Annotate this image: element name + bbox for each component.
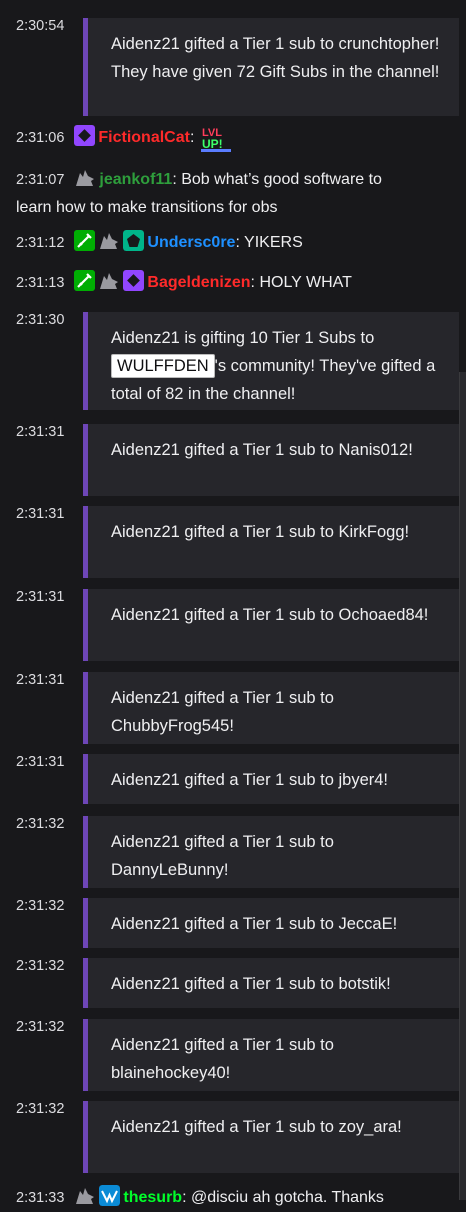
timestamp: 2:30:54 <box>16 18 65 34</box>
username[interactable]: thesurb <box>123 1189 182 1206</box>
sub-gift-notice: Aidenz21 gifted a Tier 1 sub to blaineho… <box>83 1019 459 1091</box>
timestamp: 2:31:31 <box>16 589 65 605</box>
timestamp: 2:31:32 <box>16 1101 65 1117</box>
notice-text: Aidenz21 gifted a Tier 1 sub to zoy_ara! <box>111 1118 402 1136</box>
username[interactable]: jeankof11 <box>99 171 172 188</box>
wolf-icon[interactable] <box>74 1185 96 1206</box>
chat-message: 2:31:33 thesurb: @disciu ah gotcha. Thank… <box>16 1184 456 1212</box>
chat-message: 2:31:07 jeankof11: Bob what’s good softwa… <box>16 166 416 222</box>
lvl-up-emote-icon[interactable]: LVLUP! <box>200 124 234 152</box>
timestamp: 2:31:32 <box>16 1019 65 1035</box>
chat-log: 2:30:54 Aidenz21 gifted a Tier 1 sub to … <box>0 0 466 1206</box>
community-gift-notice: Aidenz21 is gifting 10 Tier 1 Subs to WU… <box>83 312 459 410</box>
diamond-icon[interactable] <box>123 270 145 291</box>
sub-gift-notice: Aidenz21 gifted a Tier 1 sub to JeccaE! <box>83 898 459 948</box>
username[interactable]: Bageldenizen <box>147 274 250 291</box>
notice-text: Aidenz21 gifted a Tier 1 sub to Ochoaed8… <box>111 606 429 624</box>
sub-gift-notice: Aidenz21 gifted a Tier 1 sub to zoy_ara! <box>83 1101 459 1173</box>
timestamp: 2:31:31 <box>16 672 65 688</box>
timestamp: 2:31:33 <box>16 1190 65 1206</box>
notice-text: Aidenz21 gifted a Tier 1 sub to JeccaE! <box>111 915 398 933</box>
chat-message: 2:31:13 Bageldenizen: HOLY WHAT <box>16 269 456 297</box>
chat-message: 2:31:06 FictionalCat: LVL UP! <box>16 124 456 152</box>
username[interactable]: FictionalCat <box>98 129 190 146</box>
sub-gift-notice: Aidenz21 gifted a Tier 1 sub to DannyLeB… <box>83 816 459 888</box>
username[interactable]: Undersc0re <box>147 234 235 251</box>
sub-gift-notice: Aidenz21 gifted a Tier 1 sub to jbyer4! <box>83 754 459 804</box>
diamond-icon[interactable] <box>74 125 96 146</box>
sword-icon[interactable] <box>74 270 96 291</box>
notice-text: Aidenz21 gifted a Tier 1 sub to Nanis012… <box>111 441 413 459</box>
pentagon-icon[interactable] <box>123 230 145 251</box>
notice-text-pre: Aidenz21 is gifting 10 Tier 1 Subs to <box>111 329 375 347</box>
timestamp: 2:31:13 <box>16 275 65 291</box>
wolf-icon[interactable] <box>98 230 120 251</box>
sub-gift-notice: Aidenz21 gifted a Tier 1 sub to ChubbyFr… <box>83 672 459 744</box>
channel-name-chip[interactable]: WULFFDEN <box>111 354 215 378</box>
notice-text: Aidenz21 gifted a Tier 1 sub to crunchto… <box>111 35 440 81</box>
notice-text: Aidenz21 gifted a Tier 1 sub to KirkFogg… <box>111 523 410 541</box>
chat-message: 2:31:12 Undersc0re: YIKERS <box>16 229 456 257</box>
message-text: HOLY WHAT <box>259 274 352 291</box>
notice-text: Aidenz21 gifted a Tier 1 sub to blaineho… <box>111 1036 334 1082</box>
sub-gift-notice: Aidenz21 gifted a Tier 1 sub to KirkFogg… <box>83 506 459 578</box>
wing-icon[interactable] <box>99 1185 121 1206</box>
timestamp: 2:31:30 <box>16 312 65 328</box>
message-text: YIKERS <box>244 234 303 251</box>
timestamp: 2:31:31 <box>16 506 65 522</box>
message-text: Bob what’s good software to learn how to… <box>16 171 382 216</box>
message-text: @disciu ah gotcha. Thanks <box>190 1189 384 1206</box>
notice-text: Aidenz21 gifted a Tier 1 sub to botstik! <box>111 975 391 993</box>
sub-gift-notice: Aidenz21 gifted a Tier 1 sub to crunchto… <box>83 18 459 116</box>
sub-gift-notice: Aidenz21 gifted a Tier 1 sub to Nanis012… <box>83 424 459 496</box>
timestamp: 2:31:31 <box>16 754 65 770</box>
wolf-icon[interactable] <box>74 167 96 188</box>
wolf-icon[interactable] <box>98 270 120 291</box>
timestamp: 2:31:32 <box>16 816 65 832</box>
sub-gift-notice: Aidenz21 gifted a Tier 1 sub to Ochoaed8… <box>83 589 459 661</box>
timestamp: 2:31:32 <box>16 898 65 914</box>
separator: : <box>182 1189 187 1206</box>
notice-text: Aidenz21 gifted a Tier 1 sub to DannyLeB… <box>111 833 334 879</box>
sword-icon[interactable] <box>74 230 96 251</box>
notice-text: Aidenz21 gifted a Tier 1 sub to jbyer4! <box>111 771 389 789</box>
separator: : <box>235 234 240 251</box>
timestamp: 2:31:32 <box>16 958 65 974</box>
scrollbar[interactable] <box>459 372 466 1200</box>
timestamp: 2:31:06 <box>16 130 65 146</box>
separator: : <box>172 171 177 188</box>
separator: : <box>250 274 255 291</box>
svg-text:UP!: UP! <box>202 137 223 151</box>
timestamp: 2:31:07 <box>16 172 65 188</box>
timestamp: 2:31:31 <box>16 424 65 440</box>
notice-text: Aidenz21 gifted a Tier 1 sub to ChubbyFr… <box>111 689 334 735</box>
separator: : <box>189 129 195 146</box>
timestamp: 2:31:12 <box>16 235 65 251</box>
sub-gift-notice: Aidenz21 gifted a Tier 1 sub to botstik! <box>83 958 459 1008</box>
